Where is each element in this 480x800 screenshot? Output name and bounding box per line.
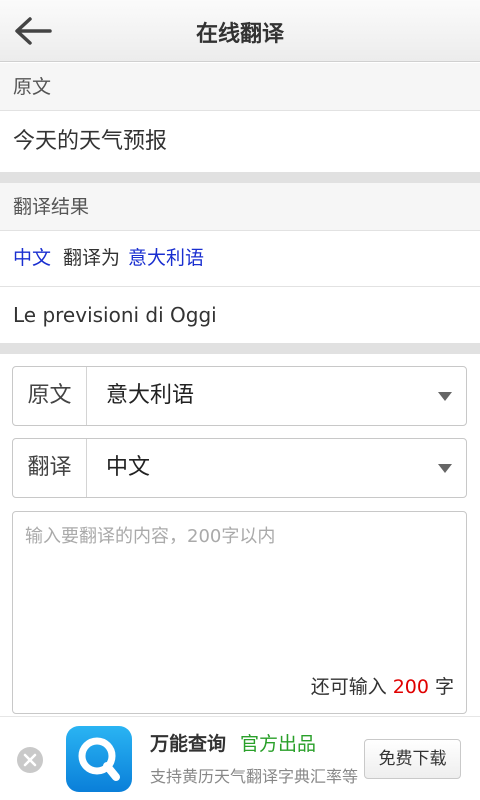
translation-direction: 中文 翻译为 意大利语 (0, 231, 480, 287)
target-language-label: 翻译 (13, 439, 87, 497)
dropdown-arrow-icon (438, 464, 452, 473)
direction-connector: 翻译为 (63, 247, 121, 269)
result-section-label: 翻译结果 (0, 183, 480, 231)
char-counter: 还可输入 200 字 (311, 672, 454, 699)
ad-app-name: 万能查询 (150, 733, 227, 755)
translate-input[interactable] (25, 522, 455, 662)
translate-input-box: 还可输入200字 (12, 511, 467, 714)
ad-description: 支持黄历天气翻译字典汇率等 (150, 767, 359, 786)
target-language-value: 中文 (106, 455, 151, 480)
dropdown-arrow-icon (438, 392, 452, 401)
section-divider (0, 172, 480, 183)
result-text: Le previsioni di Oggi (0, 288, 480, 342)
target-language-select[interactable]: 翻译 中文 (12, 438, 467, 498)
download-button[interactable]: 免费下载 (364, 739, 461, 779)
top-bar: 在线翻译 (0, 0, 480, 62)
char-counter-prefix: 还可输入 (310, 676, 387, 698)
page-title: 在线翻译 (195, 22, 284, 47)
source-language-label: 原文 (13, 367, 87, 425)
source-language-value: 意大利语 (106, 383, 195, 408)
from-language: 中文 (13, 247, 52, 269)
source-language-select[interactable]: 原文 意大利语 (12, 366, 467, 426)
source-section-label: 原文 (0, 63, 480, 111)
to-language: 意大利语 (128, 247, 205, 269)
char-counter-suffix: 字 (434, 676, 454, 698)
ad-banner[interactable]: 万能查询 官方出品 支持黄历天气翻译字典汇率等 免费下载 (0, 716, 480, 800)
ad-badge: 官方出品 (240, 733, 317, 755)
close-icon[interactable] (17, 747, 43, 773)
source-text: 今天的天气预报 (0, 111, 480, 173)
char-counter-remaining: 200 (392, 676, 429, 698)
section-divider (0, 343, 480, 354)
app-logo-icon (66, 726, 132, 792)
